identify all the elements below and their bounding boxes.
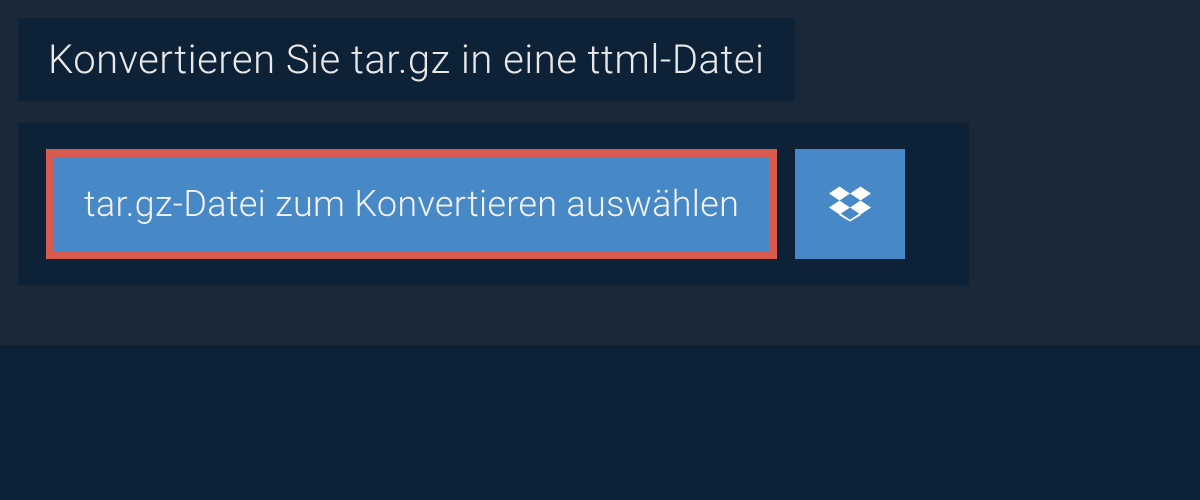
upload-panel: tar.gz-Datei zum Konvertieren auswählen xyxy=(18,123,969,285)
dropbox-button[interactable] xyxy=(795,149,905,259)
dropbox-icon xyxy=(829,183,871,225)
page-heading-container: Konvertieren Sie tar.gz in eine ttml-Dat… xyxy=(18,18,795,101)
bottom-section xyxy=(0,345,1200,500)
select-file-button[interactable]: tar.gz-Datei zum Konvertieren auswählen xyxy=(46,149,777,259)
page-title: Konvertieren Sie tar.gz in eine ttml-Dat… xyxy=(48,36,765,83)
